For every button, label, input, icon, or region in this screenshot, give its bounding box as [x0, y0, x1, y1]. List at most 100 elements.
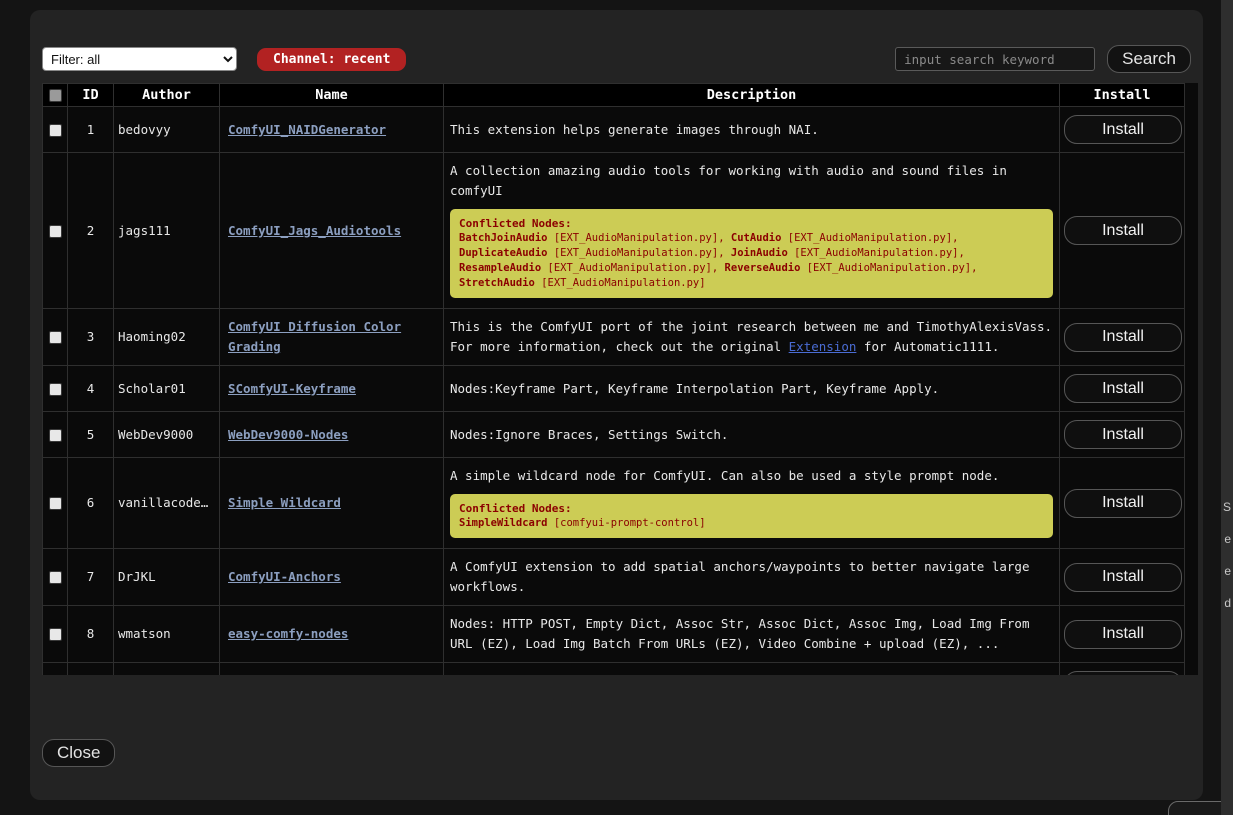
extensions-table-scroll-area[interactable]: ID Author Name Description Install 1 bed… [42, 83, 1198, 675]
extension-name-link[interactable]: SComfyUI-Keyframe [228, 381, 356, 396]
row-description: Nodes: ComfyUI Mexx Styler, ComfyUI Mexx… [444, 663, 1060, 676]
conflict-item: DuplicateAudio [EXT_AudioManipulation.py… [459, 247, 731, 259]
row-description: This is the ComfyUI port of the joint re… [444, 309, 1060, 366]
install-button[interactable]: Install [1064, 374, 1182, 403]
row-checkbox[interactable] [49, 331, 62, 344]
install-custom-nodes-dialog: Filter: all Channel: recent Search ID Au… [30, 10, 1203, 800]
row-author: SoftMeng [114, 663, 220, 676]
row-name-cell: SComfyUI-Keyframe [220, 366, 444, 412]
row-author: bedovyy [114, 107, 220, 153]
clipped-text-fragment: d [1224, 596, 1231, 610]
clipped-text-fragment: S [1223, 500, 1231, 514]
table-row: 7 DrJKL ComfyUI-Anchors A ComfyUI extens… [43, 549, 1185, 606]
row-name-cell: ComfyUI_NAIDGenerator [220, 107, 444, 153]
row-checkbox[interactable] [49, 628, 62, 641]
description-text: for Automatic1111. [856, 339, 999, 354]
row-install-cell: Install [1060, 606, 1185, 663]
row-author: jags111 [114, 153, 220, 309]
row-checkbox[interactable] [49, 383, 62, 396]
table-row: 6 vanillacode… Simple Wildcard A simple … [43, 458, 1185, 549]
conflict-item: JoinAudio [EXT_AudioManipulation.py] [731, 247, 965, 259]
extension-name-link[interactable]: Simple Wildcard [228, 495, 341, 510]
row-description: Nodes:Ignore Braces, Settings Switch. [444, 412, 1060, 458]
row-install-cell: Install [1060, 458, 1185, 549]
col-header-select [43, 84, 68, 107]
extension-name-link[interactable]: ComfyUI_NAIDGenerator [228, 122, 386, 137]
row-description: A collection amazing audio tools for wor… [444, 153, 1060, 309]
install-button[interactable]: Install [1064, 489, 1182, 518]
row-install-cell: Install [1060, 549, 1185, 606]
row-id: 5 [68, 412, 114, 458]
row-id: 2 [68, 153, 114, 309]
description-text: Nodes: HTTP POST, Empty Dict, Assoc Str,… [450, 616, 1029, 651]
row-install-cell: Install [1060, 366, 1185, 412]
row-author: DrJKL [114, 549, 220, 606]
row-name-cell: easy-comfy-nodes [220, 606, 444, 663]
table-header-row: ID Author Name Description Install [43, 84, 1185, 107]
row-description: This extension helps generate images thr… [444, 107, 1060, 153]
row-checkbox[interactable] [49, 225, 62, 238]
row-description: A simple wildcard node for ComfyUI. Can … [444, 458, 1060, 549]
close-button[interactable]: Close [42, 739, 115, 767]
install-button[interactable]: Install [1064, 563, 1182, 592]
row-author: Haoming02 [114, 309, 220, 366]
row-name-cell: ComfyUI_Jags_Audiotools [220, 153, 444, 309]
install-button[interactable]: Install [1064, 671, 1182, 675]
extension-name-link[interactable]: easy-comfy-nodes [228, 626, 348, 641]
table-row: 1 bedovyy ComfyUI_NAIDGenerator This ext… [43, 107, 1185, 153]
row-checkbox[interactable] [49, 124, 62, 137]
col-header-description: Description [444, 84, 1060, 107]
row-author: WebDev9000 [114, 412, 220, 458]
row-name-cell: ComfyUI_Mexx_Styler [220, 663, 444, 676]
row-id: 6 [68, 458, 114, 549]
extension-name-link[interactable]: ComfyUI Diffusion Color Grading [228, 319, 401, 354]
row-select-cell [43, 606, 68, 663]
table-row: 3 Haoming02 ComfyUI Diffusion Color Grad… [43, 309, 1185, 366]
extension-name-link[interactable]: ComfyUI_Jags_Audiotools [228, 223, 401, 238]
row-select-cell [43, 412, 68, 458]
row-author: wmatson [114, 606, 220, 663]
install-button[interactable]: Install [1064, 323, 1182, 352]
conflict-warning: Conflicted Nodes: BatchJoinAudio [EXT_Au… [450, 209, 1053, 298]
table-row: 8 wmatson easy-comfy-nodes Nodes: HTTP P… [43, 606, 1185, 663]
install-button[interactable]: Install [1064, 620, 1182, 649]
row-name-cell: ComfyUI Diffusion Color Grading [220, 309, 444, 366]
install-button[interactable]: Install [1064, 420, 1182, 449]
extension-name-link[interactable]: ComfyUI-Anchors [228, 569, 341, 584]
row-id: 4 [68, 366, 114, 412]
row-checkbox[interactable] [49, 571, 62, 584]
channel-badge[interactable]: Channel: recent [257, 48, 406, 71]
row-id: 9 [68, 663, 114, 676]
extension-name-link[interactable]: WebDev9000-Nodes [228, 427, 348, 442]
conflict-item: BatchJoinAudio [EXT_AudioManipulation.py… [459, 232, 731, 244]
install-button[interactable]: Install [1064, 115, 1182, 144]
conflict-item: ResampleAudio [EXT_AudioManipulation.py] [459, 262, 725, 274]
description-text: This extension helps generate images thr… [450, 122, 819, 137]
row-install-cell: Install [1060, 107, 1185, 153]
row-select-cell [43, 366, 68, 412]
install-button[interactable]: Install [1064, 216, 1182, 245]
row-description: Nodes:Keyframe Part, Keyframe Interpolat… [444, 366, 1060, 412]
row-checkbox[interactable] [49, 429, 62, 442]
search-group: Search [895, 45, 1191, 73]
row-id: 3 [68, 309, 114, 366]
row-checkbox[interactable] [49, 497, 62, 510]
table-row: 5 WebDev9000 WebDev9000-Nodes Nodes:Igno… [43, 412, 1185, 458]
table-row: 4 Scholar01 SComfyUI-Keyframe Nodes:Keyf… [43, 366, 1185, 412]
row-select-cell [43, 309, 68, 366]
row-install-cell: Install [1060, 412, 1185, 458]
search-button[interactable]: Search [1107, 45, 1191, 73]
row-name-cell: WebDev9000-Nodes [220, 412, 444, 458]
col-header-author: Author [114, 84, 220, 107]
col-header-name: Name [220, 84, 444, 107]
search-input[interactable] [895, 47, 1095, 71]
conflict-warning: Conflicted Nodes: SimpleWildcard [comfyu… [450, 494, 1053, 538]
row-select-cell [43, 549, 68, 606]
col-header-id: ID [68, 84, 114, 107]
clipped-text-fragment: e [1224, 532, 1231, 546]
filter-select[interactable]: Filter: all [42, 47, 237, 71]
external-extension-link[interactable]: Extension [789, 339, 857, 354]
row-select-cell [43, 458, 68, 549]
description-text: Nodes:Keyframe Part, Keyframe Interpolat… [450, 381, 939, 396]
select-all-checkbox[interactable] [49, 89, 62, 102]
